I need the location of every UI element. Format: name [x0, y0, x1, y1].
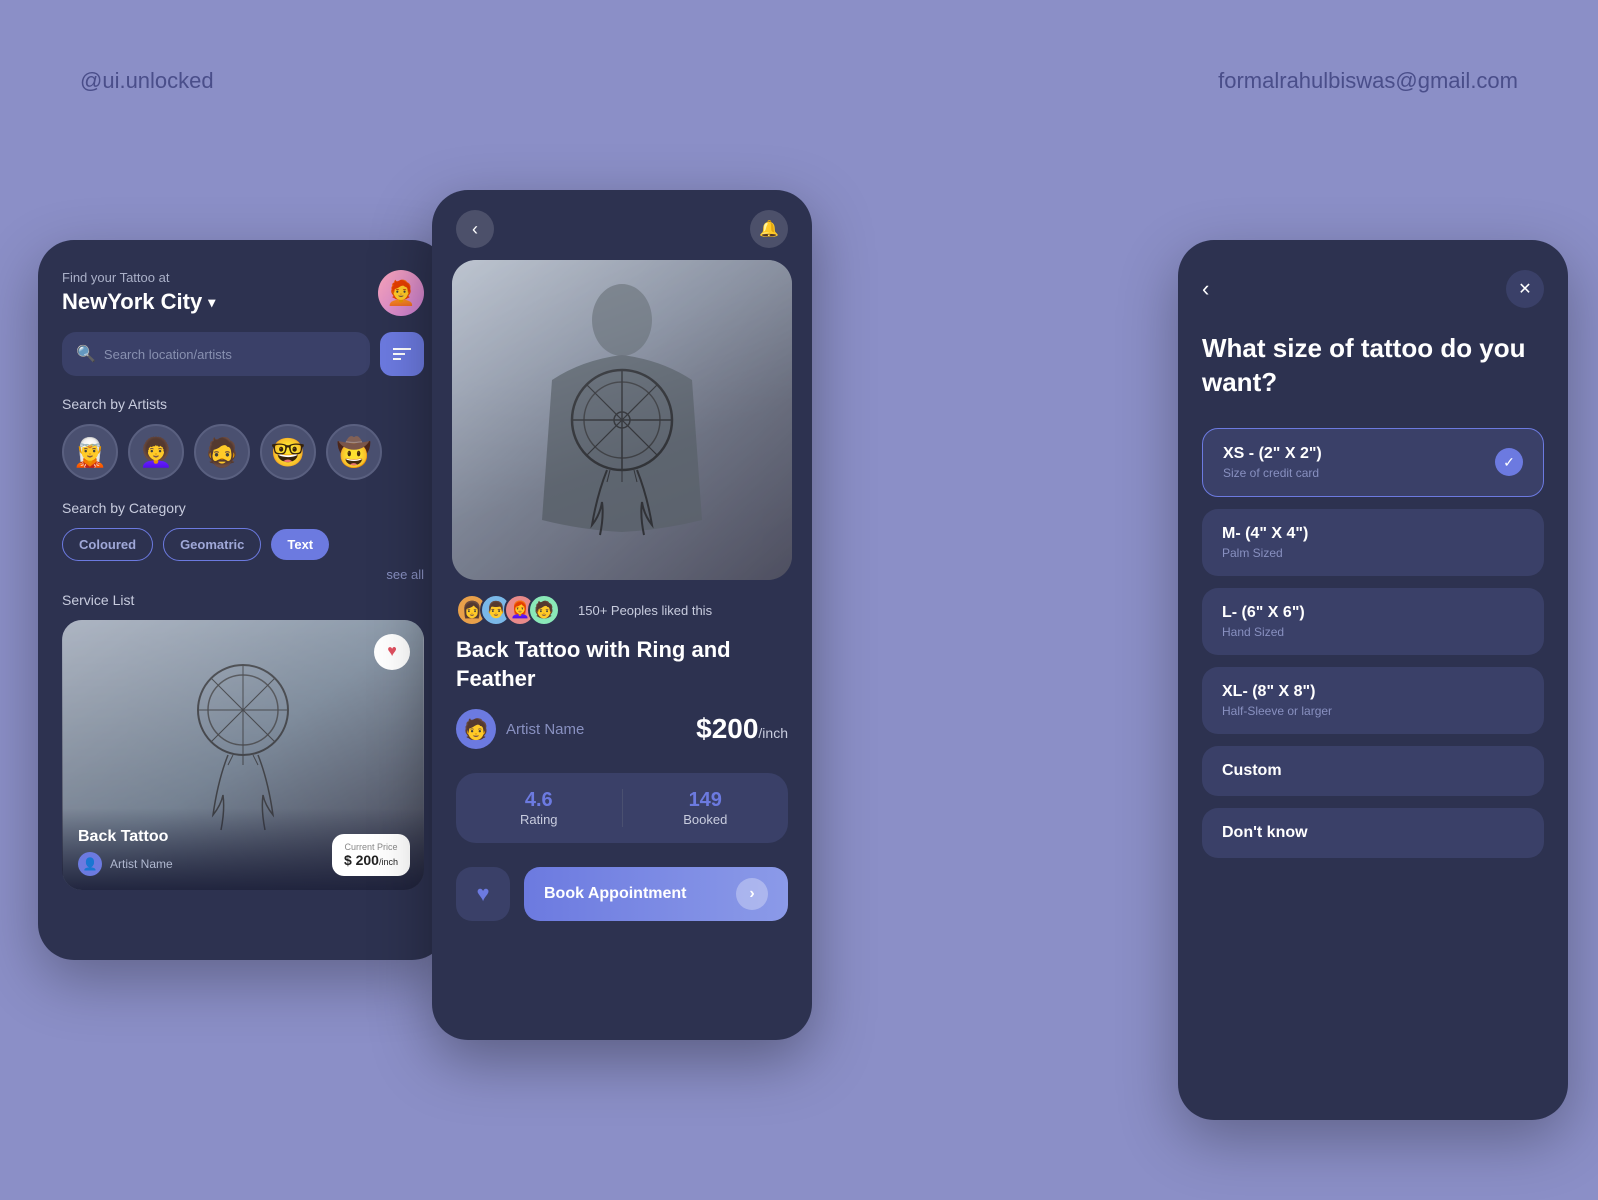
s3-close-button[interactable]: ✕	[1506, 270, 1544, 308]
screen1-card: Find your Tattoo at NewYork City ▾ 🧑‍🦰 🔍…	[38, 240, 448, 960]
s2-booked-label: Booked	[623, 812, 789, 827]
s1-service-card[interactable]: ♥ Back Tattoo 👤 Artist Name Current Pric…	[62, 620, 424, 890]
s2-booked-value: 149	[623, 789, 789, 812]
s2-tattoo-photo	[452, 260, 792, 580]
s3-option-xs-text: XS - (2" X 2") Size of credit card	[1223, 445, 1322, 480]
s1-city[interactable]: NewYork City ▾	[62, 289, 215, 315]
s1-category-row: Coloured Geomatric Text	[62, 528, 424, 561]
s3-check-xs: ✓	[1495, 448, 1523, 476]
s1-search-box[interactable]: 🔍 Search location/artists	[62, 332, 370, 376]
s1-see-all[interactable]: see all	[62, 567, 424, 582]
s2-notification-button[interactable]: 🔔	[750, 210, 788, 248]
s2-like-avatar-4: 🧑	[528, 594, 560, 626]
s1-price-label: Current Price	[344, 842, 398, 852]
s3-back-button[interactable]: ‹	[1202, 276, 1209, 302]
s2-like-avatars: 👩 👨 👩‍🦰 🧑	[456, 594, 552, 626]
s3-option-xl[interactable]: XL- (8" X 8") Half-Sleeve or larger	[1202, 667, 1544, 734]
s3-option-xl-name: XL- (8" X 8")	[1222, 683, 1332, 701]
s1-search-placeholder: Search location/artists	[104, 347, 232, 362]
s2-content: Back Tattoo with Ring and Feather 🧑 Arti…	[432, 636, 812, 843]
s3-custom-name: Custom	[1222, 762, 1524, 780]
s3-option-xl-text: XL- (8" X 8") Half-Sleeve or larger	[1222, 683, 1332, 718]
s1-location-info: Find your Tattoo at NewYork City ▾	[62, 270, 215, 315]
s1-card-artist-name: Artist Name	[110, 857, 173, 871]
s1-category-text[interactable]: Text	[271, 529, 329, 560]
s3-option-xs-name: XS - (2" X 2")	[1223, 445, 1322, 463]
chevron-down-icon: ▾	[208, 294, 215, 311]
s1-price-unit: /inch	[379, 857, 398, 867]
s3-option-xs-desc: Size of credit card	[1223, 466, 1322, 480]
s1-artist-avatar-2[interactable]: 👩‍🦱	[128, 424, 184, 480]
screen3-card: ‹ ✕ What size of tattoo do you want? XS …	[1178, 240, 1568, 1120]
s2-bottom-row: ♥ Book Appointment ›	[432, 867, 812, 921]
screen2-card: ‹ 🔔	[432, 190, 812, 1040]
s2-heart-button[interactable]: ♥	[456, 867, 510, 921]
s1-artist-avatar-5[interactable]: 🤠	[326, 424, 382, 480]
s2-rating-stat: 4.6 Rating	[456, 789, 622, 827]
s2-stats-row: 4.6 Rating 149 Booked	[456, 773, 788, 843]
s2-artist-avatar: 🧑	[456, 709, 496, 749]
s2-artist-info: 🧑 Artist Name	[456, 709, 584, 749]
s3-option-m-name: M- (4" X 4")	[1222, 525, 1308, 543]
s3-option-l-name: L- (6" X 6")	[1222, 604, 1305, 622]
s1-find-text: Find your Tattoo at	[62, 270, 215, 285]
s1-category-coloured[interactable]: Coloured	[62, 528, 153, 561]
s2-rating-label: Rating	[456, 812, 622, 827]
s2-book-arrow-icon: ›	[736, 878, 768, 910]
s2-booked-stat: 149 Booked	[623, 789, 789, 827]
s3-option-l-text: L- (6" X 6") Hand Sized	[1222, 604, 1305, 639]
s1-artist-avatar-1[interactable]: 🧝	[62, 424, 118, 480]
s2-likes-row: 👩 👨 👩‍🦰 🧑 150+ Peoples liked this	[432, 580, 812, 636]
s1-category-geomatric[interactable]: Geomatric	[163, 528, 261, 561]
s1-card-heart-icon[interactable]: ♥	[374, 634, 410, 670]
s1-price-value: $ 200/inch	[344, 852, 398, 868]
s3-option-l-desc: Hand Sized	[1222, 625, 1305, 639]
s1-header: Find your Tattoo at NewYork City ▾ 🧑‍🦰	[62, 270, 424, 316]
s1-search-by-artists-label: Search by Artists	[62, 396, 424, 412]
s3-option-xl-desc: Half-Sleeve or larger	[1222, 704, 1332, 718]
s3-option-custom[interactable]: Custom	[1202, 746, 1544, 796]
s1-filter-button[interactable]	[380, 332, 424, 376]
s2-tattoo-title: Back Tattoo with Ring and Feather	[456, 636, 788, 693]
s1-price-badge: Current Price $ 200/inch	[332, 834, 410, 876]
s1-artists-row: 🧝 👩‍🦱 🧔 🤓 🤠	[62, 424, 424, 480]
s3-option-xs[interactable]: XS - (2" X 2") Size of credit card ✓	[1202, 428, 1544, 497]
s1-mini-avatar: 👤	[78, 852, 102, 876]
s2-nav: ‹ 🔔	[432, 190, 812, 262]
s3-option-l[interactable]: L- (6" X 6") Hand Sized	[1202, 588, 1544, 655]
s3-option-dontknow[interactable]: Don't know	[1202, 808, 1544, 858]
s2-likes-text: 150+ Peoples liked this	[578, 603, 712, 618]
watermark-left: @ui.unlocked	[80, 68, 214, 94]
s3-title: What size of tattoo do you want?	[1202, 332, 1544, 400]
s1-artist-avatar-4[interactable]: 🤓	[260, 424, 316, 480]
s2-price-display: $200/inch	[696, 713, 788, 745]
s1-search-by-category-label: Search by Category	[62, 500, 424, 516]
s1-user-avatar[interactable]: 🧑‍🦰	[378, 270, 424, 316]
s2-artist-row: 🧑 Artist Name $200/inch	[456, 709, 788, 749]
s3-option-m-desc: Palm Sized	[1222, 546, 1308, 560]
s1-service-list-label: Service List	[62, 592, 424, 608]
s3-option-m-text: M- (4" X 4") Palm Sized	[1222, 525, 1308, 560]
s1-artist-avatar-3[interactable]: 🧔	[194, 424, 250, 480]
s2-rating-value: 4.6	[456, 789, 622, 812]
s2-artist-name: Artist Name	[506, 721, 584, 738]
s2-back-button[interactable]: ‹	[456, 210, 494, 248]
s3-nav: ‹ ✕	[1202, 270, 1544, 308]
s2-book-appointment-button[interactable]: Book Appointment ›	[524, 867, 788, 921]
search-icon: 🔍	[76, 344, 96, 364]
s3-dontknow-name: Don't know	[1222, 824, 1524, 842]
s3-option-m[interactable]: M- (4" X 4") Palm Sized	[1202, 509, 1544, 576]
s1-search-row: 🔍 Search location/artists	[62, 332, 424, 376]
watermark-right: formalrahulbiswas@gmail.com	[1218, 68, 1518, 94]
